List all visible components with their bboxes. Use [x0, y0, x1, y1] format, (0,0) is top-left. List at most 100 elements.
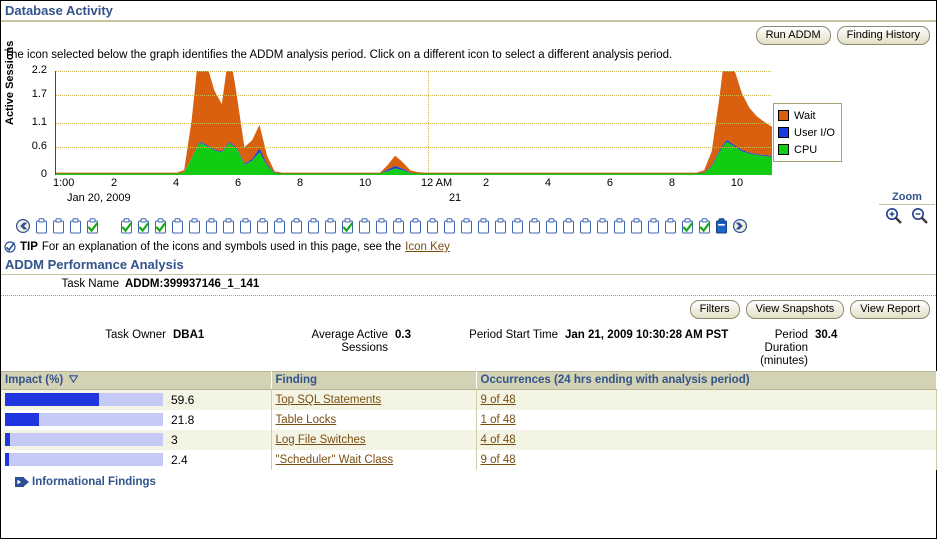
finding-link[interactable]: Table Locks [276, 414, 337, 426]
snapshot-icon[interactable] [596, 218, 613, 236]
snapshot-icon[interactable] [69, 218, 86, 236]
cell-finding: Top SQL Statements [271, 389, 477, 410]
chart-x-tick: 10 [730, 177, 744, 189]
snapshot-icon-selected[interactable] [715, 218, 732, 236]
snapshot-icon[interactable] [205, 218, 222, 236]
table-row: 3 Log File Switches 4 of 48 [1, 429, 937, 450]
table-row: 59.6 Top SQL Statements 9 of 48 [1, 389, 937, 410]
legend-swatch-user-io [778, 127, 789, 138]
zoom-label: Zoom [892, 191, 922, 203]
impact-value: 21.8 [171, 412, 195, 427]
occurrences-link[interactable]: 9 of 48 [481, 394, 516, 406]
cell-impact: 3 [1, 429, 272, 450]
impact-bar-track [5, 393, 163, 407]
snapshot-icon[interactable] [256, 218, 273, 236]
snapshot-icon[interactable] [698, 218, 715, 236]
column-header-finding[interactable]: Finding [271, 371, 477, 390]
view-snapshots-button[interactable]: View Snapshots [745, 300, 845, 319]
cell-occurrences: 9 of 48 [476, 389, 937, 410]
cell-impact: 2.4 [1, 449, 272, 470]
column-header-occurrences[interactable]: Occurrences (24 hrs ending with analysis… [476, 371, 937, 390]
informational-findings-label[interactable]: Informational Findings [32, 476, 156, 488]
snapshot-icon[interactable] [664, 218, 681, 236]
table-row: 21.8 Table Locks 1 of 48 [1, 409, 937, 430]
snapshot-icon[interactable] [222, 218, 239, 236]
snapshot-icon[interactable] [239, 218, 256, 236]
sort-descending-icon[interactable] [68, 374, 79, 386]
finding-link[interactable]: "Scheduler" Wait Class [276, 454, 394, 466]
previous-snapshots-icon[interactable] [15, 218, 35, 236]
chart-x-tick: 12 AM [420, 177, 453, 189]
filters-button[interactable]: Filters [689, 300, 740, 319]
chart-y-tick: 0 [40, 168, 47, 180]
snapshot-icon[interactable] [494, 218, 511, 236]
tip-row: TIP For an explanation of the icons and … [1, 237, 936, 256]
snapshot-icon[interactable] [426, 218, 443, 236]
snapshot-icon[interactable] [290, 218, 307, 236]
legend-swatch-wait [778, 110, 789, 121]
snapshot-icon[interactable] [681, 218, 698, 236]
zoom-divider [879, 204, 935, 205]
legend-item-cpu: CPU [778, 141, 835, 158]
run-addm-button[interactable]: Run ADDM [755, 26, 831, 45]
snapshot-icon[interactable] [86, 218, 103, 236]
page-title: Database Activity [5, 3, 113, 18]
expand-arrow-icon[interactable] [15, 476, 29, 488]
chart-gridline [56, 123, 771, 124]
view-report-button[interactable]: View Report [850, 300, 930, 319]
snapshot-icon[interactable] [443, 218, 460, 236]
snapshot-icon[interactable] [630, 218, 647, 236]
chart-y-tick: 1.1 [31, 116, 47, 128]
snapshot-icon[interactable] [647, 218, 664, 236]
snapshot-icon[interactable] [307, 218, 324, 236]
snapshot-icon[interactable] [562, 218, 579, 236]
occurrences-link[interactable]: 4 of 48 [481, 434, 516, 446]
snapshot-icon[interactable] [477, 218, 494, 236]
icon-key-link[interactable]: Icon Key [405, 241, 450, 253]
snapshot-icon[interactable] [137, 218, 154, 236]
chart-gridline [56, 71, 771, 72]
legend-item-wait: Wait [778, 107, 835, 124]
top-button-row: Run ADDM Finding History [1, 22, 936, 45]
column-header-impact[interactable]: Impact (%) [1, 371, 272, 390]
occurrences-link[interactable]: 9 of 48 [481, 454, 516, 466]
snapshot-icon-gap [103, 218, 120, 236]
database-activity-chart: Active Sessions 0 0.6 1.1 1.7 2.2 1:00 2 4 6 8 10… [1, 41, 936, 224]
snapshot-icon[interactable] [545, 218, 562, 236]
snapshot-icon[interactable] [154, 218, 171, 236]
chart-y-tick: 0.6 [31, 139, 47, 152]
snapshot-icon[interactable] [613, 218, 630, 236]
avg-active-sessions-label: Average Active Sessions [311, 329, 388, 354]
snapshot-icon[interactable] [375, 218, 392, 236]
snapshot-icon[interactable] [188, 218, 205, 236]
finding-link[interactable]: Log File Switches [276, 434, 366, 446]
period-duration-label: Period Duration (minutes) [760, 329, 808, 367]
snapshot-icon[interactable] [341, 218, 358, 236]
snapshot-icon[interactable] [273, 218, 290, 236]
snapshot-icon[interactable] [52, 218, 69, 236]
snapshot-icon[interactable] [460, 218, 477, 236]
finding-history-button[interactable]: Finding History [836, 26, 930, 45]
chart-y-tick: 1.7 [31, 87, 47, 100]
snapshot-icon[interactable] [171, 218, 188, 236]
next-snapshots-icon[interactable] [732, 218, 752, 236]
snapshot-icon[interactable] [120, 218, 137, 236]
snapshot-icon[interactable] [324, 218, 341, 236]
occurrences-link[interactable]: 1 of 48 [481, 414, 516, 426]
table-row: 2.4 "Scheduler" Wait Class 9 of 48 [1, 449, 937, 470]
impact-bar-track [5, 433, 163, 446]
cell-finding: "Scheduler" Wait Class [271, 449, 477, 470]
chart-gridline [56, 94, 771, 96]
snapshot-icon[interactable] [579, 218, 596, 236]
snapshot-icon[interactable] [392, 218, 409, 236]
informational-findings-row[interactable]: Informational Findings [1, 470, 936, 488]
period-start-time-value: Jan 21, 2009 10:30:28 AM PST [565, 329, 729, 341]
snapshot-icon[interactable] [409, 218, 426, 236]
chart-plot-area[interactable] [55, 71, 772, 175]
snapshot-icon[interactable] [358, 218, 375, 236]
snapshot-icon[interactable] [528, 218, 545, 236]
snapshot-icon[interactable] [35, 218, 52, 236]
snapshot-icon[interactable] [511, 218, 528, 236]
legend-label-user-io: User I/O [794, 126, 835, 139]
finding-link[interactable]: Top SQL Statements [276, 394, 382, 406]
